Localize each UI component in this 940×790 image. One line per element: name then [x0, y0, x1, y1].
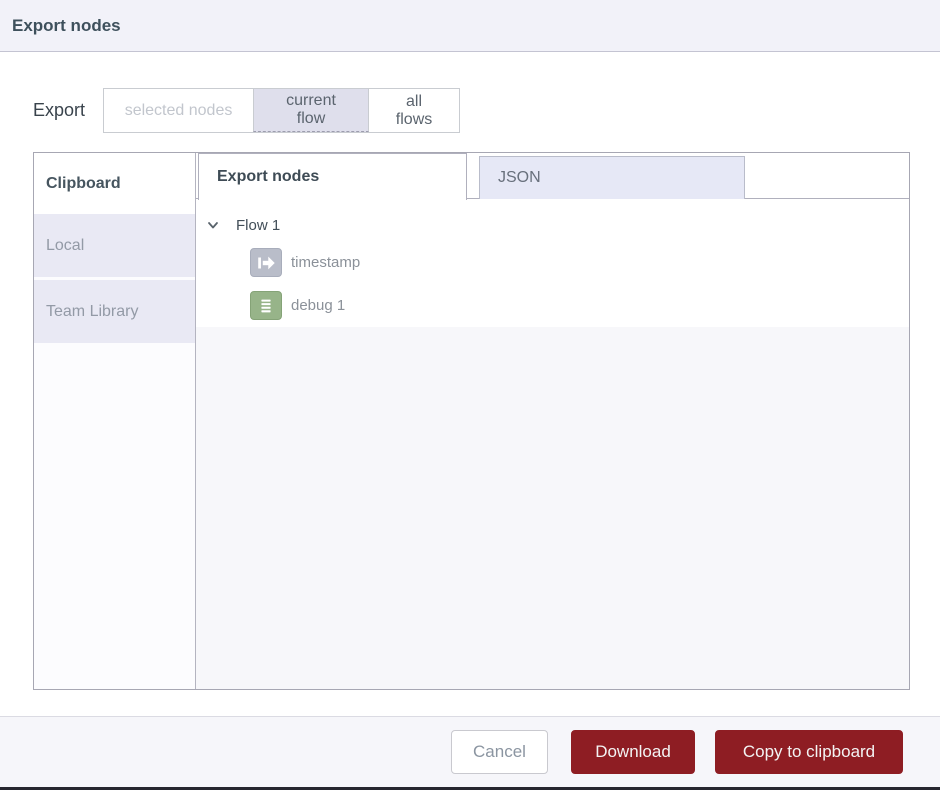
tree-row-debug[interactable]: debug 1 — [196, 284, 909, 327]
scope-selected-nodes-button[interactable]: selected nodes — [104, 89, 253, 132]
export-scope-row: Export selected nodes current flow all f… — [33, 88, 460, 133]
scope-all-flows-button[interactable]: all flows — [369, 89, 459, 132]
export-label: Export — [33, 100, 85, 121]
dialog-header: Export nodes — [0, 0, 940, 52]
cancel-button[interactable]: Cancel — [451, 730, 548, 774]
chevron-down-icon[interactable] — [206, 218, 220, 232]
copy-to-clipboard-button[interactable]: Copy to clipboard — [715, 730, 903, 774]
inject-arrow-icon — [250, 248, 282, 277]
export-panel: Clipboard Local Team Library Export node… — [33, 152, 910, 690]
scope-current-flow-button[interactable]: current flow — [253, 89, 369, 132]
library-header: Clipboard — [34, 153, 195, 214]
export-main: Export nodes JSON Flow 1 — [196, 153, 909, 689]
debug-list-icon — [250, 291, 282, 320]
tab-export-nodes-label: Export nodes — [217, 168, 319, 186]
node-label-debug: debug 1 — [291, 297, 345, 314]
node-label-timestamp: timestamp — [291, 254, 360, 271]
dialog-footer: Cancel Download Copy to clipboard — [0, 716, 940, 787]
library-sidebar: Clipboard Local Team Library — [34, 153, 196, 689]
node-tree: Flow 1 timestamp — [196, 199, 909, 689]
dialog-title: Export nodes — [12, 16, 121, 36]
tab-export-nodes[interactable]: Export nodes — [198, 153, 467, 200]
tree-row-timestamp[interactable]: timestamp — [196, 241, 909, 284]
download-button[interactable]: Download — [571, 730, 695, 774]
export-dialog: Export nodes Export selected nodes curre… — [0, 0, 940, 790]
sidebar-item-team-library[interactable]: Team Library — [34, 280, 195, 343]
tab-json-label: JSON — [498, 169, 541, 187]
tab-json[interactable]: JSON — [479, 156, 745, 199]
export-scope-group: selected nodes current flow all flows — [103, 88, 460, 133]
tab-bar: Export nodes JSON — [196, 153, 909, 199]
tree-row-flow[interactable]: Flow 1 — [196, 209, 909, 241]
tree-rows: Flow 1 timestamp — [196, 199, 909, 327]
sidebar-item-local[interactable]: Local — [34, 214, 195, 277]
flow-label: Flow 1 — [236, 217, 280, 234]
